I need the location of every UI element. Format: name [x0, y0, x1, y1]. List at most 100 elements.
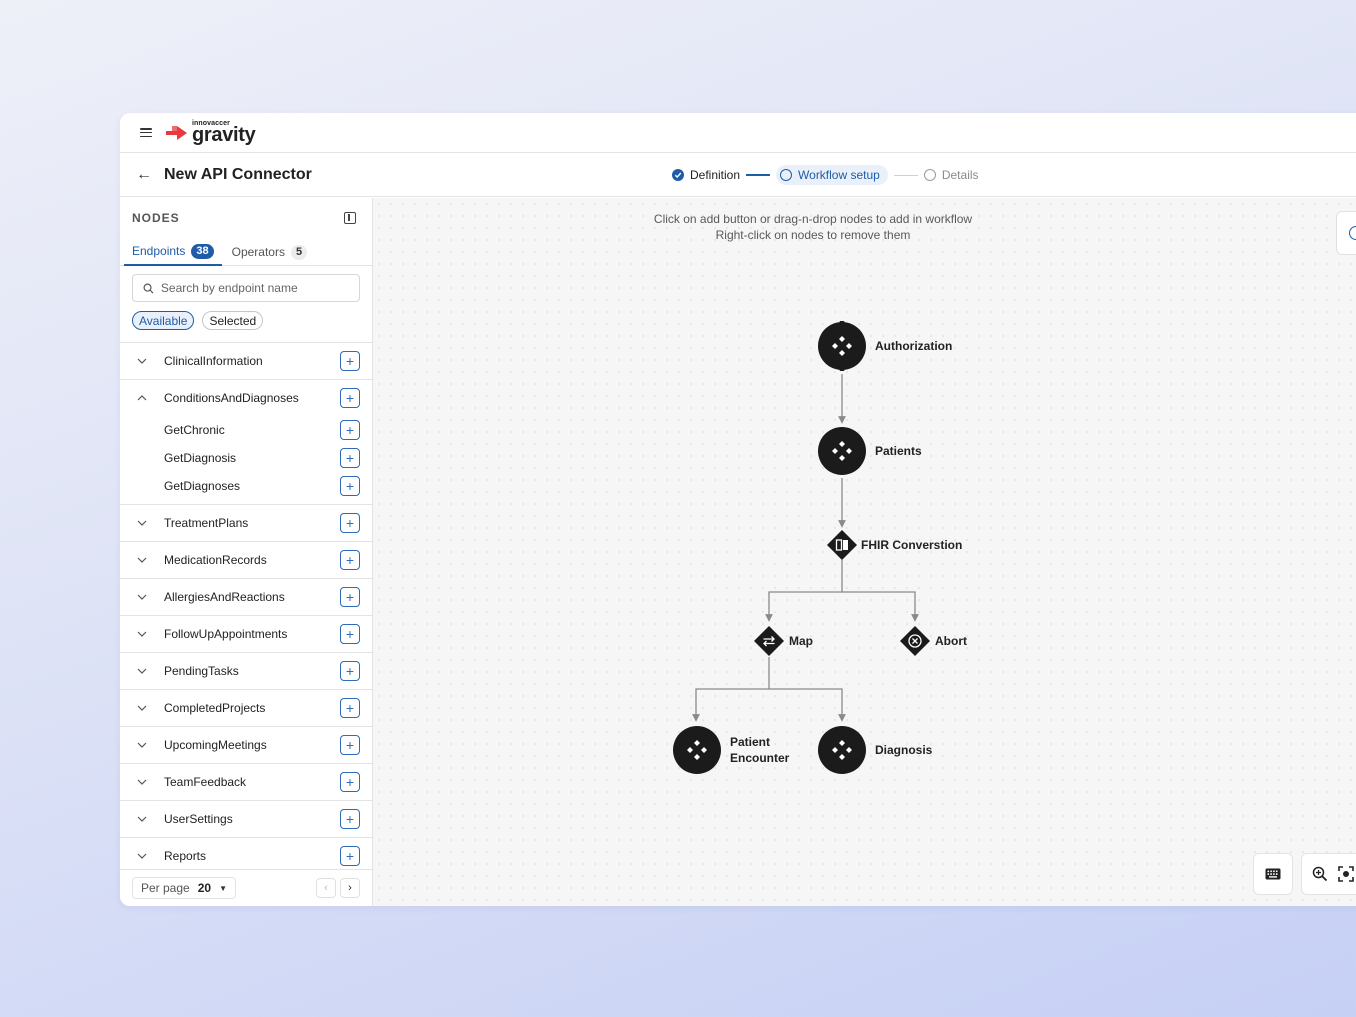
group-row[interactable]: TeamFeedback +	[120, 764, 372, 800]
node-authorization[interactable]: Authorization	[817, 321, 952, 371]
add-button[interactable]: +	[340, 513, 360, 533]
canvas-side-tool[interactable]	[1336, 211, 1356, 255]
per-page-value: 20	[197, 881, 212, 895]
chevron-down-icon[interactable]	[136, 628, 148, 640]
list-item: FollowUpAppointments +	[120, 616, 372, 653]
add-button[interactable]: +	[340, 388, 360, 408]
group-row[interactable]: MedicationRecords +	[120, 542, 372, 578]
chevron-down-icon[interactable]	[136, 776, 148, 788]
add-button[interactable]: +	[340, 846, 360, 866]
chevron-down-icon[interactable]	[136, 739, 148, 751]
fit-view-icon[interactable]	[1338, 866, 1354, 882]
node-map[interactable]: Map	[753, 625, 813, 657]
step-label: Definition	[690, 168, 741, 182]
group-row[interactable]: ClinicalInformation +	[120, 343, 372, 379]
add-button[interactable]: +	[340, 587, 360, 607]
chevron-down-icon[interactable]	[136, 813, 148, 825]
endpoint-list: ClinicalInformation + ConditionsAndDiagn…	[120, 342, 372, 875]
keyboard-shortcuts-button[interactable]	[1253, 853, 1293, 895]
step-workflow-setup[interactable]: Workflow setup	[776, 165, 888, 185]
node-patient-encounter[interactable]: Patient Encounter	[672, 725, 789, 775]
prev-page-button[interactable]: ‹	[316, 878, 336, 898]
node-tabs: Endpoints 38 Operators 5	[120, 238, 372, 266]
step-definition[interactable]: Definition	[672, 168, 740, 182]
add-button[interactable]: +	[340, 420, 360, 440]
tab-operators[interactable]: Operators 5	[222, 238, 315, 266]
add-button[interactable]: +	[340, 448, 360, 468]
next-page-button[interactable]: ›	[340, 878, 360, 898]
sidebar-title: NODES	[132, 211, 180, 225]
chevron-down-icon[interactable]	[136, 850, 148, 862]
workflow-canvas[interactable]: Click on add button or drag-n-drop nodes…	[373, 198, 1356, 906]
step-label: Workflow setup	[798, 168, 880, 182]
add-button[interactable]: +	[340, 550, 360, 570]
edge	[842, 591, 919, 622]
group-row[interactable]: UserSettings +	[120, 801, 372, 837]
node-patients[interactable]: Patients	[817, 426, 922, 476]
collapse-sidebar-icon[interactable]	[344, 212, 356, 224]
search-input[interactable]	[160, 281, 349, 295]
chevron-down-icon[interactable]	[136, 665, 148, 677]
add-button[interactable]: +	[340, 735, 360, 755]
chevron-down-icon[interactable]	[136, 702, 148, 714]
endpoint-row[interactable]: GetDiagnosis +	[120, 444, 372, 472]
list-item: ConditionsAndDiagnoses + GetChronic + Ge…	[120, 380, 372, 505]
node-abort[interactable]: Abort	[899, 625, 967, 657]
page-header: ← New API Connector Definition Workflow …	[120, 153, 1356, 197]
endpoint-row[interactable]: GetDiagnoses +	[120, 472, 372, 500]
filter-chips: Available Selected	[120, 302, 372, 342]
brand-name: gravity	[192, 124, 256, 146]
group-row[interactable]: TreatmentPlans +	[120, 505, 372, 541]
add-button[interactable]: +	[340, 661, 360, 681]
list-item: UpcomingMeetings +	[120, 727, 372, 764]
group-row[interactable]: ConditionsAndDiagnoses +	[120, 380, 372, 416]
node-diagnosis[interactable]: Diagnosis	[817, 725, 932, 775]
check-icon	[672, 169, 684, 181]
list-item: AllergiesAndReactions +	[120, 579, 372, 616]
group-name: UpcomingMeetings	[164, 738, 267, 752]
chip-available[interactable]: Available	[132, 311, 195, 330]
tab-label: Operators	[231, 245, 285, 259]
count-badge: 38	[191, 243, 214, 259]
chevron-down-icon[interactable]	[136, 591, 148, 603]
back-arrow-icon[interactable]: ←	[136, 166, 152, 184]
per-page-select[interactable]: Per page 20 ▼	[132, 877, 236, 899]
add-button[interactable]: +	[340, 624, 360, 644]
endpoint-name: GetDiagnosis	[164, 451, 237, 465]
list-item: MedicationRecords +	[120, 542, 372, 579]
add-button[interactable]: +	[340, 476, 360, 496]
node-label: FHIR Converstion	[861, 538, 963, 552]
top-bar: innovaccer gravity	[120, 113, 1356, 153]
add-button[interactable]: +	[340, 809, 360, 829]
chevron-down-icon[interactable]	[136, 554, 148, 566]
group-row[interactable]: AllergiesAndReactions +	[120, 579, 372, 615]
menu-icon[interactable]	[140, 128, 152, 137]
panel-toggle-icon	[1349, 226, 1356, 240]
group-name: UserSettings	[164, 812, 233, 826]
step-details[interactable]: Details	[923, 168, 979, 182]
chevron-down-icon[interactable]	[136, 355, 148, 367]
group-row[interactable]: CompletedProjects +	[120, 690, 372, 726]
add-button[interactable]: +	[340, 351, 360, 371]
search-field[interactable]	[132, 274, 360, 302]
per-page-label: Per page	[141, 881, 190, 895]
group-row[interactable]: FollowUpAppointments +	[120, 616, 372, 652]
zoom-in-icon[interactable]	[1312, 866, 1328, 882]
tab-endpoints[interactable]: Endpoints 38	[124, 238, 222, 266]
group-name: ConditionsAndDiagnoses	[164, 391, 299, 405]
group-row[interactable]: PendingTasks +	[120, 653, 372, 689]
chevron-up-icon[interactable]	[136, 392, 148, 404]
group-name: MedicationRecords	[164, 553, 267, 567]
edge	[765, 560, 843, 622]
list-item: ClinicalInformation +	[120, 343, 372, 380]
node-fhir-conversion[interactable]: FHIR Converstion	[826, 529, 962, 561]
endpoint-row[interactable]: GetChronic +	[120, 416, 372, 444]
add-button[interactable]: +	[340, 772, 360, 792]
chip-selected[interactable]: Selected	[202, 311, 264, 330]
node-label: Patient	[730, 735, 771, 749]
brand-logo[interactable]: innovaccer gravity	[166, 120, 256, 145]
chevron-down-icon[interactable]	[136, 517, 148, 529]
group-row[interactable]: UpcomingMeetings +	[120, 727, 372, 763]
stepper: Definition Workflow setup Details	[672, 153, 979, 197]
add-button[interactable]: +	[340, 698, 360, 718]
